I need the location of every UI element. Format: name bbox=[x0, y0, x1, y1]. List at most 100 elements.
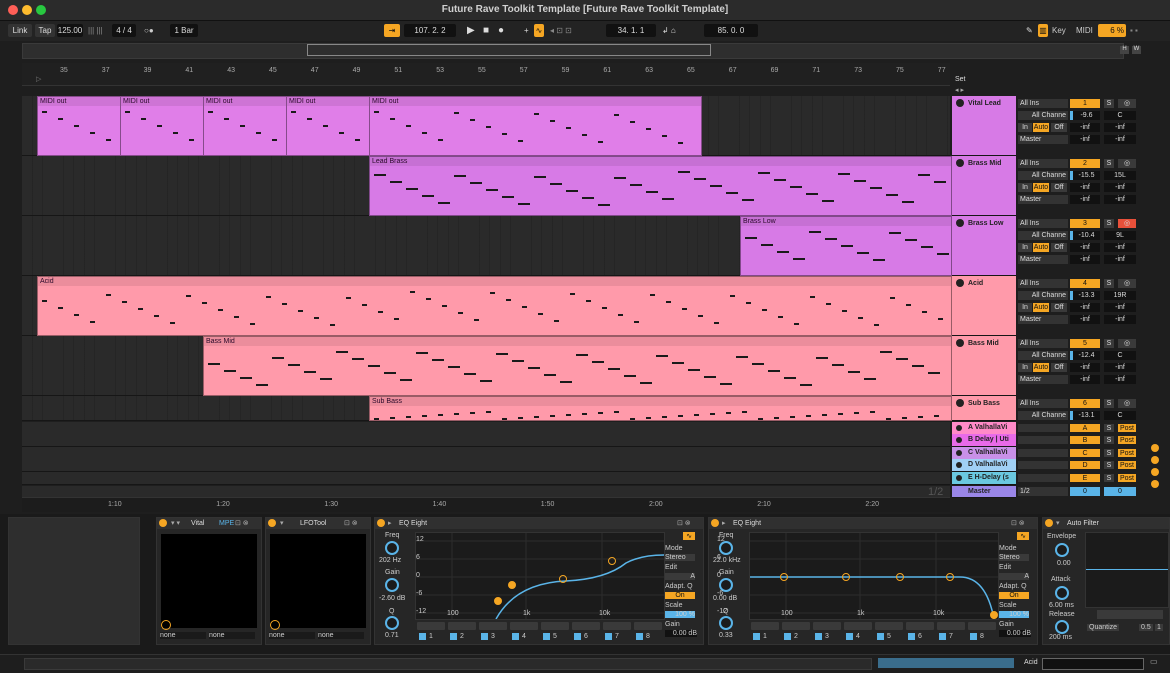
return-track-header[interactable]: E H-Delay (s bbox=[952, 471, 1016, 485]
return-track-name[interactable]: C ValhallaVi bbox=[968, 449, 1008, 456]
midi-clip[interactable]: Brass Low bbox=[740, 216, 952, 276]
band-activator[interactable] bbox=[605, 633, 612, 640]
band-activator[interactable] bbox=[908, 633, 915, 640]
time-signature-field[interactable]: 4 / 4 bbox=[112, 24, 136, 37]
device-collapse-icon[interactable]: ▾ ▾ bbox=[171, 518, 180, 529]
output-gain-field[interactable]: 0.00 dB bbox=[665, 630, 697, 637]
audition-icon[interactable]: ∿ bbox=[1017, 532, 1029, 540]
post-button[interactable]: Post bbox=[1118, 448, 1136, 457]
scale-field[interactable]: 100 % bbox=[999, 611, 1029, 618]
return-track-name[interactable]: D ValhallaVi bbox=[968, 461, 1008, 468]
track-header[interactable]: Acid bbox=[952, 276, 1016, 336]
edit-switch[interactable]: A bbox=[999, 573, 1029, 580]
monitor-auto-button[interactable]: Auto bbox=[1033, 123, 1049, 132]
fold-track-icon[interactable] bbox=[956, 339, 964, 347]
volume-field[interactable]: -15.5 bbox=[1070, 171, 1100, 180]
song-position-field[interactable]: 107. 2. 2 bbox=[404, 24, 456, 37]
return-activator-button[interactable]: E bbox=[1070, 473, 1100, 482]
tempo-field[interactable]: 125.00 bbox=[57, 24, 83, 37]
adaptive-q-toggle[interactable]: On bbox=[999, 592, 1029, 599]
post-button[interactable]: Post bbox=[1118, 461, 1136, 470]
quantize-menu[interactable]: 1 Bar bbox=[170, 24, 198, 37]
link-button[interactable]: Link bbox=[8, 24, 32, 37]
macro-1-select[interactable]: none bbox=[160, 632, 206, 639]
monitor-in-button[interactable]: In bbox=[1018, 303, 1032, 312]
input-type-select[interactable]: All Ins bbox=[1018, 339, 1068, 348]
band-filter-type-button[interactable] bbox=[937, 622, 965, 630]
monitor-auto-button[interactable]: Auto bbox=[1033, 183, 1049, 192]
monitor-in-button[interactable]: In bbox=[1018, 123, 1032, 132]
fold-track-icon[interactable] bbox=[956, 159, 964, 167]
track-header[interactable]: Brass Low bbox=[952, 216, 1016, 276]
band-filter-type-button[interactable] bbox=[782, 622, 810, 630]
track-name[interactable]: Sub Bass bbox=[968, 400, 1000, 407]
midi-clip[interactable]: Bass Mid bbox=[203, 336, 952, 396]
quantize-value-2[interactable]: 1 bbox=[1155, 624, 1163, 631]
tap-tempo-button[interactable]: Tap bbox=[35, 24, 55, 37]
input-channel-select[interactable]: All Channe bbox=[1018, 291, 1068, 300]
band-filter-type-button[interactable] bbox=[541, 622, 569, 630]
send-c-field[interactable]: -inf bbox=[1070, 135, 1100, 144]
device-collapse-icon[interactable]: ▾ bbox=[280, 518, 284, 529]
volume-field[interactable]: -13.1 bbox=[1070, 411, 1100, 420]
master-volume-field[interactable]: 0 bbox=[1070, 487, 1100, 496]
return-track-name[interactable]: A ValhallaVi bbox=[968, 424, 1007, 431]
fold-track-icon[interactable] bbox=[956, 279, 964, 287]
input-channel-select[interactable]: All Channe bbox=[1018, 351, 1068, 360]
output-gain-field[interactable]: 0.00 dB bbox=[999, 630, 1031, 637]
input-type-select[interactable]: All Ins bbox=[1018, 219, 1068, 228]
attack-knob[interactable] bbox=[1055, 586, 1069, 600]
beat-time-ruler[interactable]: 35 37 39 41 43 45 47 49 51 53 55 57 59 61 63 65 67 69 71 73… bbox=[22, 63, 950, 86]
mixer-toggle-icon[interactable] bbox=[1151, 480, 1159, 488]
metronome-bars-icon[interactable]: ||| ||| bbox=[88, 24, 103, 37]
return-routing[interactable] bbox=[1018, 473, 1068, 482]
send-a-field[interactable]: -inf bbox=[1070, 243, 1100, 252]
eq-band-handle[interactable] bbox=[990, 611, 998, 619]
band-activator[interactable] bbox=[939, 633, 946, 640]
band-activator[interactable] bbox=[753, 633, 760, 640]
output-routing-select[interactable]: Master bbox=[1018, 135, 1068, 144]
arm-button[interactable]: ◎ bbox=[1118, 399, 1136, 408]
solo-button[interactable]: S bbox=[1104, 436, 1114, 445]
return-track-header[interactable]: B Delay | Uti bbox=[952, 434, 1016, 448]
send-a-field[interactable]: -inf bbox=[1070, 123, 1100, 132]
midi-clip[interactable]: MIDI out bbox=[37, 96, 122, 156]
track-activator-button[interactable]: 4 bbox=[1070, 279, 1100, 288]
device-menu-icons[interactable]: ⊡ ⊗ bbox=[235, 518, 249, 529]
send-c-field[interactable]: -inf bbox=[1070, 375, 1100, 384]
track-activator-button[interactable]: 1 bbox=[1070, 99, 1100, 108]
output-routing-select[interactable]: Master bbox=[1018, 315, 1068, 324]
clip-header[interactable] bbox=[204, 337, 951, 346]
arm-button[interactable]: ◎ bbox=[1118, 99, 1136, 108]
device-menu-icons[interactable]: ⊡ ⊗ bbox=[344, 518, 358, 529]
device-collapse-icon[interactable]: ▸ bbox=[722, 518, 726, 529]
return-routing[interactable] bbox=[1018, 424, 1068, 432]
returns-toggle-icon[interactable] bbox=[1151, 468, 1159, 476]
fold-track-icon[interactable] bbox=[956, 399, 964, 407]
midi-clip[interactable]: MIDI out bbox=[203, 96, 288, 156]
loop-brace-icon[interactable]: ▷ bbox=[36, 75, 41, 83]
track-lane[interactable]: Acid bbox=[22, 276, 952, 336]
pan-field[interactable]: 19R bbox=[1104, 291, 1136, 300]
band-filter-type-button[interactable] bbox=[844, 622, 872, 630]
monitor-off-button[interactable]: Off bbox=[1051, 123, 1067, 132]
track-name[interactable]: Bass Mid bbox=[968, 340, 999, 347]
vital-plugin-window[interactable] bbox=[161, 534, 257, 628]
return-track-header[interactable]: A ValhallaVi bbox=[952, 422, 1016, 435]
send-a-field[interactable]: -inf bbox=[1070, 303, 1100, 312]
band-activator[interactable] bbox=[481, 633, 488, 640]
fold-track-icon[interactable] bbox=[956, 425, 962, 431]
clip-header[interactable] bbox=[370, 157, 951, 166]
return-routing[interactable] bbox=[1018, 436, 1068, 445]
key-map-button[interactable]: Key bbox=[1052, 24, 1066, 37]
send-c-field[interactable]: -inf bbox=[1070, 195, 1100, 204]
volume-field[interactable]: -12.4 bbox=[1070, 351, 1100, 360]
return-activator-button[interactable]: B bbox=[1070, 436, 1100, 445]
stop-icon[interactable]: ■ bbox=[483, 24, 489, 37]
filter-display[interactable] bbox=[1085, 532, 1169, 608]
height-toggle-button[interactable]: H bbox=[1120, 46, 1129, 54]
return-track-header[interactable]: D ValhallaVi bbox=[952, 459, 1016, 473]
eq-curve-svg[interactable] bbox=[750, 533, 998, 620]
eq-band-handle[interactable] bbox=[508, 581, 516, 589]
monitor-in-button[interactable]: In bbox=[1018, 183, 1032, 192]
